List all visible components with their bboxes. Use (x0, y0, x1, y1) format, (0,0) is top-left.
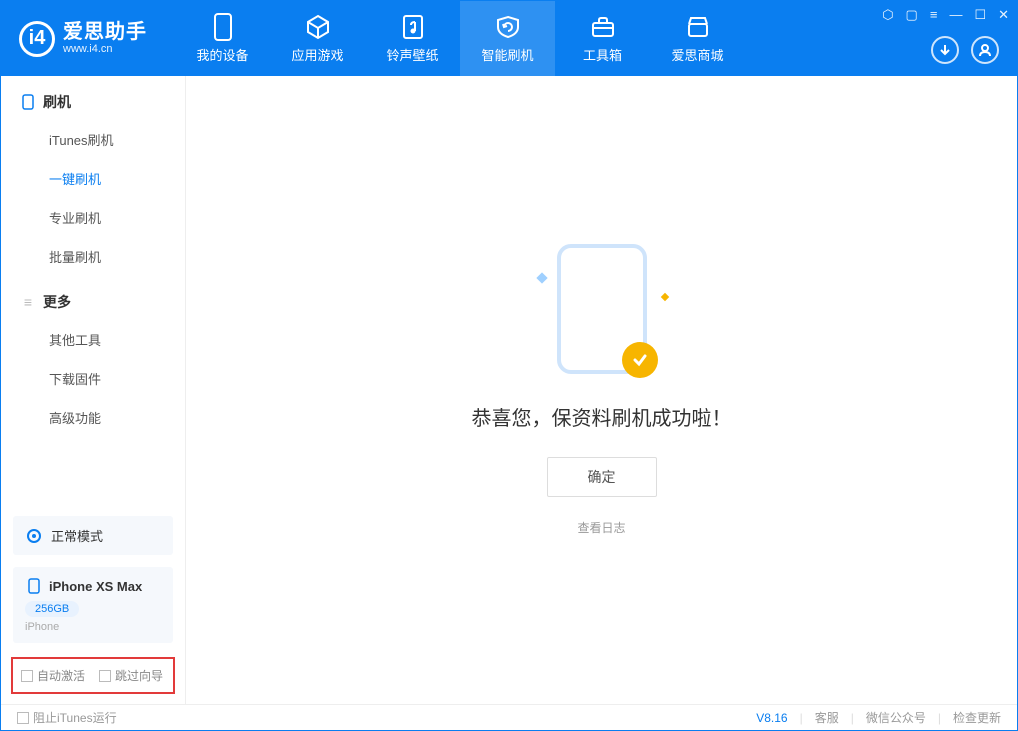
maximize-button[interactable]: ☐ (974, 7, 986, 23)
list-icon: ≡ (21, 295, 35, 309)
cube-icon (304, 13, 332, 41)
footer-link-update[interactable]: 检查更新 (953, 709, 1001, 726)
nav-toolbox[interactable]: 工具箱 (555, 1, 650, 76)
nav-label: 我的设备 (196, 45, 248, 64)
app-subtitle: www.i4.cn (63, 43, 147, 55)
user-icon[interactable] (971, 36, 999, 64)
device-type: iPhone (25, 621, 161, 633)
device-storage: 256GB (25, 601, 79, 617)
close-button[interactable]: ✕ (998, 7, 1009, 23)
sidebar-item-download-firmware[interactable]: 下载固件 (1, 359, 185, 398)
view-log-link[interactable]: 查看日志 (577, 519, 625, 536)
device-small-icon (25, 577, 43, 595)
nav-label: 工具箱 (583, 45, 622, 64)
app-header: i4 爱思助手 www.i4.cn 我的设备 应用游戏 铃声壁纸 智能刷机 工具… (1, 1, 1017, 76)
device-card[interactable]: iPhone XS Max 256GB iPhone (13, 567, 173, 643)
box-icon[interactable]: ▢ (906, 7, 918, 23)
header-right (931, 36, 999, 64)
footer-link-support[interactable]: 客服 (815, 709, 839, 726)
shirt-icon[interactable]: ⬡ (882, 7, 893, 23)
nav-label: 爱思商城 (671, 45, 723, 64)
footer-link-wechat[interactable]: 微信公众号 (866, 709, 926, 726)
check-badge-icon (622, 342, 658, 378)
store-icon (684, 13, 712, 41)
sidebar-item-batch-flash[interactable]: 批量刷机 (1, 237, 185, 276)
sidebar-section-flash: 刷机 (1, 76, 185, 120)
success-message: 恭喜您，保资料刷机成功啦！ (472, 402, 732, 431)
nav-label: 铃声壁纸 (386, 45, 438, 64)
sidebar: 刷机 iTunes刷机 一键刷机 专业刷机 批量刷机 ≡ 更多 其他工具 下载固… (1, 76, 186, 704)
nav-apps-games[interactable]: 应用游戏 (270, 1, 365, 76)
toolbox-icon (589, 13, 617, 41)
sidebar-item-advanced[interactable]: 高级功能 (1, 398, 185, 437)
download-icon[interactable] (931, 36, 959, 64)
minimize-button[interactable]: — (949, 7, 962, 23)
ok-button[interactable]: 确定 (547, 457, 657, 497)
nav-store[interactable]: 爱思商城 (650, 1, 745, 76)
refresh-icon (494, 13, 522, 41)
nav-smart-flash[interactable]: 智能刷机 (460, 1, 555, 76)
status-bar: 阻止iTunes运行 V8.16 | 客服 | 微信公众号 | 检查更新 (1, 704, 1017, 730)
nav-label: 应用游戏 (291, 45, 343, 64)
mode-icon (25, 527, 43, 545)
checkbox-skip-wizard[interactable]: 跳过向导 (99, 667, 163, 684)
app-title: 爱思助手 (63, 21, 147, 43)
logo-icon: i4 (19, 21, 55, 57)
window-controls: ⬡ ▢ ≡ — ☐ ✕ (882, 7, 1009, 23)
logo: i4 爱思助手 www.i4.cn (1, 21, 165, 57)
main-nav: 我的设备 应用游戏 铃声壁纸 智能刷机 工具箱 爱思商城 (175, 1, 745, 76)
music-icon (399, 13, 427, 41)
checkbox-auto-activate[interactable]: 自动激活 (21, 667, 85, 684)
version-label: V8.16 (756, 711, 787, 725)
sidebar-item-itunes-flash[interactable]: iTunes刷机 (1, 120, 185, 159)
nav-my-device[interactable]: 我的设备 (175, 1, 270, 76)
checkbox-block-itunes[interactable]: 阻止iTunes运行 (17, 709, 117, 726)
phone-outline-icon (21, 95, 35, 109)
nav-label: 智能刷机 (481, 45, 533, 64)
sidebar-item-one-click-flash[interactable]: 一键刷机 (1, 159, 185, 198)
nav-ringtone-wallpaper[interactable]: 铃声壁纸 (365, 1, 460, 76)
device-name: iPhone XS Max (49, 579, 142, 594)
main-content: 恭喜您，保资料刷机成功啦！ 确定 查看日志 (186, 76, 1017, 704)
success-illustration (532, 244, 672, 384)
sidebar-item-other-tools[interactable]: 其他工具 (1, 320, 185, 359)
mode-card[interactable]: 正常模式 (13, 516, 173, 555)
sidebar-item-pro-flash[interactable]: 专业刷机 (1, 198, 185, 237)
device-icon (209, 13, 237, 41)
sidebar-section-more: ≡ 更多 (1, 276, 185, 320)
mode-label: 正常模式 (51, 526, 103, 545)
menu-icon[interactable]: ≡ (930, 7, 938, 23)
highlighted-checkbox-area: 自动激活 跳过向导 (11, 657, 175, 694)
